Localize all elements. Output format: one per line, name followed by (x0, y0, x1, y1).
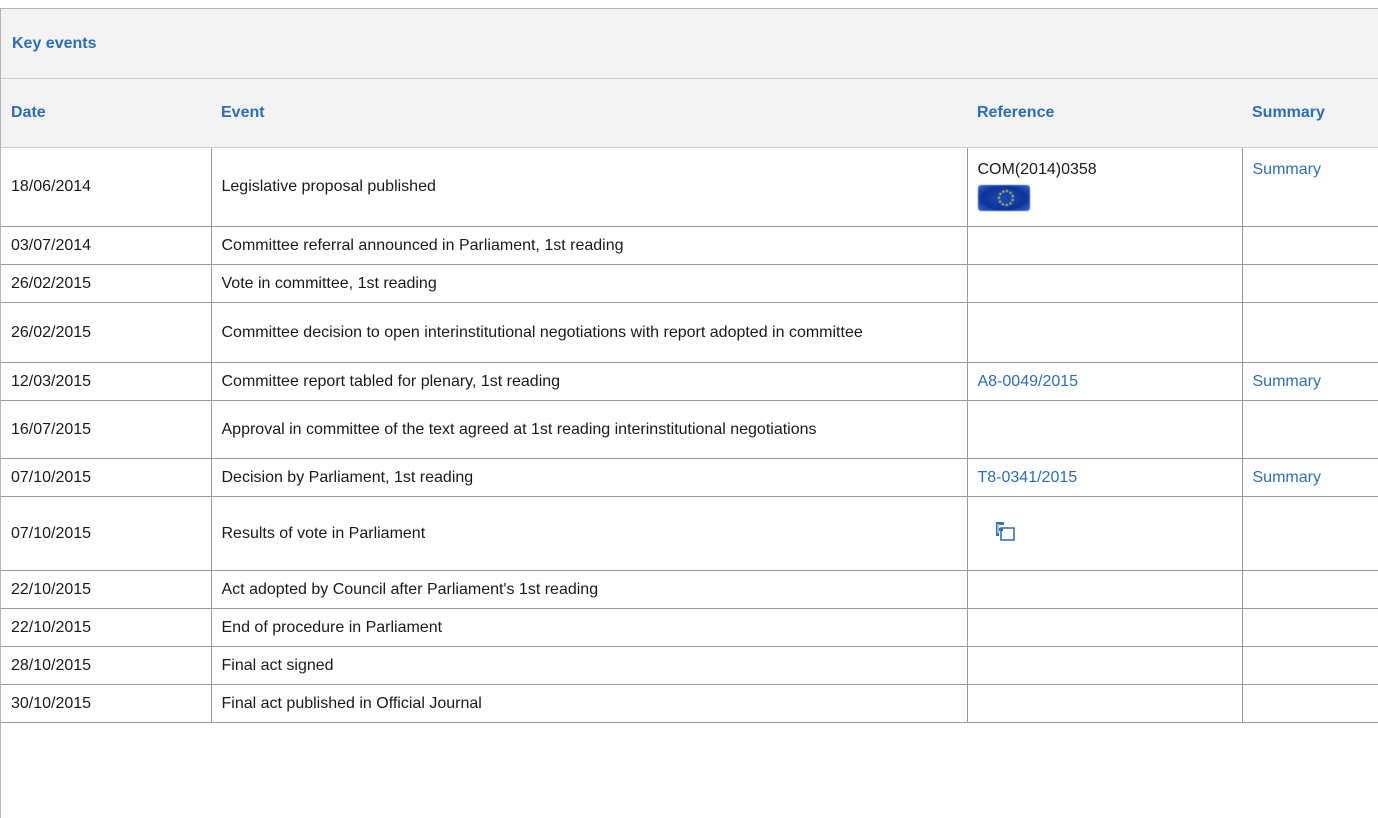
cell-date: 07/10/2015 (1, 458, 212, 497)
vote-results-icon[interactable] (992, 519, 1016, 543)
cell-date: 28/10/2015 (1, 646, 212, 685)
table-row: 12/03/2015 Committee report tabled for p… (1, 362, 1378, 401)
cell-summary (1242, 570, 1378, 609)
cell-event: Committee decision to open interinstitut… (211, 302, 968, 363)
cell-date: 22/10/2015 (1, 570, 212, 609)
cell-reference: COM(2014)0358 (967, 147, 1243, 227)
table-row: 07/10/2015 Results of vote in Parliament (1, 496, 1378, 571)
cell-date: 16/07/2015 (1, 400, 212, 459)
table-row: 22/10/2015 End of procedure in Parliamen… (1, 608, 1378, 647)
cell-event: Approval in committee of the text agreed… (211, 400, 968, 459)
cell-summary: Summary (1242, 147, 1378, 227)
cell-reference (967, 496, 1243, 571)
cell-reference (967, 570, 1243, 609)
cell-reference (967, 226, 1243, 265)
cell-event: Final act published in Official Journal (211, 684, 968, 723)
cell-event: Vote in committee, 1st reading (211, 264, 968, 303)
cell-event: Decision by Parliament, 1st reading (211, 458, 968, 497)
summary-link[interactable]: Summary (1253, 373, 1321, 390)
summary-link[interactable]: Summary (1253, 161, 1321, 178)
cell-summary (1242, 646, 1378, 685)
table-row: 18/06/2014 Legislative proposal publishe… (1, 147, 1378, 227)
cell-summary (1242, 496, 1378, 571)
cell-date: 18/06/2014 (1, 147, 212, 227)
table-row: 22/10/2015 Act adopted by Council after … (1, 570, 1378, 609)
cell-reference (967, 684, 1243, 723)
cell-event: Final act signed (211, 646, 968, 685)
summary-link[interactable]: Summary (1253, 469, 1321, 486)
cell-summary (1242, 608, 1378, 647)
key-events-panel: Key events Date Event Reference Summary … (0, 8, 1378, 818)
cell-date: 03/07/2014 (1, 226, 212, 265)
header-summary: Summary (1242, 79, 1378, 148)
table-row: 07/10/2015 Decision by Parliament, 1st r… (1, 458, 1378, 497)
table-header-row: Date Event Reference Summary (1, 79, 1378, 148)
cell-event: Committee report tabled for plenary, 1st… (211, 362, 968, 401)
table-row: 16/07/2015 Approval in committee of the … (1, 400, 1378, 459)
cell-event: Legislative proposal published (211, 147, 968, 227)
cell-reference (967, 400, 1243, 459)
header-event: Event (211, 79, 967, 148)
header-date: Date (1, 79, 211, 148)
cell-summary: Summary (1242, 458, 1378, 497)
table-row: 26/02/2015 Vote in committee, 1st readin… (1, 264, 1378, 303)
cell-date: 26/02/2015 (1, 264, 212, 303)
cell-reference (967, 264, 1243, 303)
eu-flag-icon[interactable] (977, 184, 1030, 211)
panel-title: Key events (1, 9, 1378, 79)
reference-link[interactable]: A8-0049/2015 (978, 373, 1079, 390)
cell-reference: T8-0341/2015 (967, 458, 1243, 497)
cell-reference (967, 302, 1243, 363)
cell-date: 22/10/2015 (1, 608, 212, 647)
cell-event: Committee referral announced in Parliame… (211, 226, 968, 265)
table-row: 03/07/2014 Committee referral announced … (1, 226, 1378, 265)
cell-summary (1242, 264, 1378, 303)
header-reference: Reference (967, 79, 1242, 148)
cell-date: 30/10/2015 (1, 684, 212, 723)
cell-event: End of procedure in Parliament (211, 608, 968, 647)
cell-summary (1242, 400, 1378, 459)
table-row: 26/02/2015 Committee decision to open in… (1, 302, 1378, 363)
cell-summary (1242, 226, 1378, 265)
vote-results-svg (995, 521, 1015, 541)
cell-reference (967, 608, 1243, 647)
cell-summary (1242, 302, 1378, 363)
cell-summary: Summary (1242, 362, 1378, 401)
cell-reference: A8-0049/2015 (967, 362, 1243, 401)
reference-text: COM(2014)0358 (977, 160, 1097, 178)
cell-event: Act adopted by Council after Parliament'… (211, 570, 968, 609)
cell-date: 26/02/2015 (1, 302, 212, 363)
cell-reference (967, 646, 1243, 685)
cell-date: 12/03/2015 (1, 362, 212, 401)
table-row: 28/10/2015 Final act signed (1, 646, 1378, 685)
cell-event: Results of vote in Parliament (211, 496, 968, 571)
reference-link[interactable]: T8-0341/2015 (978, 469, 1078, 486)
table-row: 30/10/2015 Final act published in Offici… (1, 684, 1378, 723)
key-events-table: Date Event Reference Summary 18/06/2014 … (1, 79, 1378, 723)
cell-date: 07/10/2015 (1, 496, 212, 571)
cell-summary (1242, 684, 1378, 723)
